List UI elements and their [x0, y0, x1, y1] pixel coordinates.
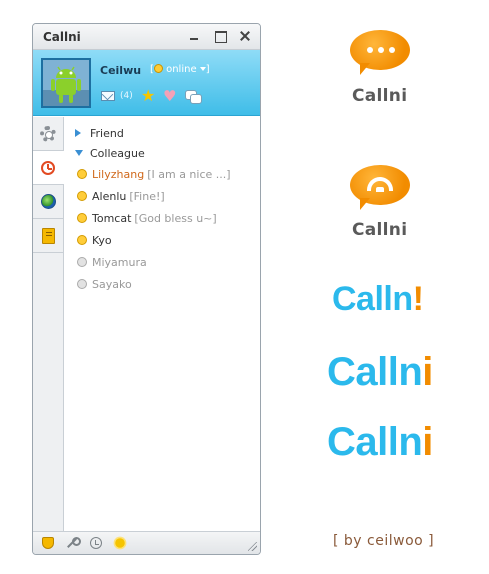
- logo-text: Calln: [327, 420, 423, 464]
- contact-message: [God bless u~]: [134, 212, 217, 225]
- profile-icon-row: (4) ★ ♥: [100, 88, 260, 104]
- contact-name: Lilyzhang: [92, 168, 145, 181]
- contact-message: [I am a nice ...]: [147, 168, 231, 181]
- logo-text: Calln: [332, 280, 413, 318]
- sidebar-tab-settings[interactable]: [33, 117, 63, 151]
- logo-text: Calln: [327, 350, 423, 394]
- contact-name: Sayako: [92, 278, 132, 291]
- logo-wordmark-2: Callni: [352, 220, 408, 240]
- byline: [ by ceilwoo ]: [333, 533, 435, 549]
- android-avatar-icon: [43, 60, 89, 106]
- status-label: online: [166, 64, 197, 75]
- online-smiley-icon: [77, 235, 87, 245]
- triangle-down-icon: [75, 150, 83, 156]
- mail-count: (4): [120, 91, 133, 101]
- avatar[interactable]: [41, 58, 91, 108]
- sun-icon[interactable]: [115, 538, 125, 548]
- contact-list: Friend Colleague Lilyzhang [I am a nice .…: [64, 117, 260, 531]
- username: Ceilwu: [100, 64, 142, 77]
- wrench-icon[interactable]: [66, 537, 81, 549]
- group-colleague[interactable]: Colleague: [75, 145, 145, 163]
- list-item[interactable]: Lilyzhang [I am a nice ...]: [77, 166, 231, 184]
- list-item[interactable]: Alenlu [Fine!]: [77, 188, 165, 206]
- logo-mark: !: [412, 280, 424, 318]
- footer-toolbar: [33, 531, 260, 554]
- minimize-button[interactable]: [187, 29, 201, 43]
- alarm-clock-icon: [41, 161, 55, 175]
- sidebar-tab-globe[interactable]: [33, 185, 63, 219]
- online-smiley-icon: [77, 169, 87, 179]
- group-label: Friend: [90, 127, 124, 140]
- online-smiley-icon: [77, 191, 87, 201]
- shield-icon[interactable]: [42, 537, 54, 549]
- offline-smiley-icon: [77, 279, 87, 289]
- mail-icon[interactable]: [101, 91, 115, 101]
- profile-panel: Ceilwu [ online ] (4) ★ ♥: [33, 50, 260, 116]
- sidebar-tab-alarm[interactable]: [33, 151, 64, 185]
- logo-wordmark-3: Calln!: [332, 280, 424, 319]
- maximize-button[interactable]: [213, 29, 227, 43]
- logo-wordmark-1: Callni: [352, 86, 408, 106]
- logo-wordmark-4: Callni: [327, 350, 433, 395]
- online-smiley-icon: [77, 213, 87, 223]
- resize-grip[interactable]: [248, 542, 257, 551]
- close-button[interactable]: [238, 29, 252, 43]
- online-smiley-icon: [153, 64, 163, 73]
- logo-mark: i: [422, 420, 433, 464]
- chat-bubbles-icon[interactable]: [185, 90, 202, 104]
- status-selector[interactable]: [ online ]: [150, 64, 210, 75]
- clock-icon[interactable]: [90, 537, 102, 549]
- heart-icon[interactable]: ♥: [163, 88, 176, 104]
- callni-window: Callni Ceilwu [ online ] (4) ★ ♥ Friend …: [32, 23, 261, 555]
- logo-chat-bubble-icon: [350, 30, 410, 75]
- contact-name: Miyamura: [92, 256, 147, 269]
- group-label: Colleague: [90, 147, 145, 160]
- contact-message: [Fine!]: [129, 190, 165, 203]
- star-icon[interactable]: ★: [141, 88, 155, 104]
- globe-icon: [41, 194, 56, 209]
- window-title: Callni: [43, 30, 81, 44]
- triangle-right-icon: [75, 129, 81, 137]
- contact-name: Kyo: [92, 234, 112, 247]
- contact-name: Tomcat: [92, 212, 132, 225]
- group-friend[interactable]: Friend: [75, 125, 124, 143]
- sidebar-tab-contacts[interactable]: [33, 219, 63, 253]
- chevron-down-icon: [199, 67, 206, 71]
- list-item[interactable]: Kyo: [77, 232, 112, 250]
- logo-mark: i: [422, 350, 433, 394]
- offline-smiley-icon: [77, 257, 87, 267]
- contact-name: Alenlu: [92, 190, 127, 203]
- address-book-icon: [42, 228, 55, 244]
- list-item[interactable]: Tomcat [God bless u~]: [77, 210, 217, 228]
- gear-icon: [40, 126, 56, 142]
- logo-wordmark-5: Callni: [327, 420, 433, 465]
- list-item[interactable]: Miyamura: [77, 254, 147, 272]
- logo-phone-bubble-icon: [350, 165, 410, 210]
- sidebar: [33, 117, 64, 531]
- list-item[interactable]: Sayako: [77, 276, 132, 294]
- title-bar[interactable]: Callni: [33, 24, 260, 50]
